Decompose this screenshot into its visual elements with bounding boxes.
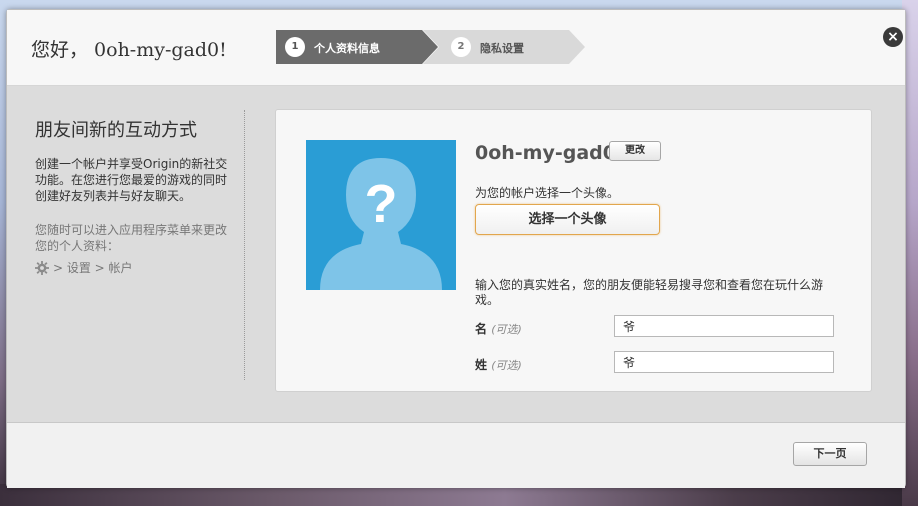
dialog-footer: 下一页 <box>7 422 905 488</box>
last-name-label-text: 姓 <box>475 358 488 372</box>
avatar-prompt: 为您的帐户选择一个头像。 <box>475 186 620 200</box>
step-number: 2 <box>451 37 471 57</box>
profile-card: ? 0oh-my-gad0 更改 为您的帐户选择一个头像。 选择一个头像 输入您… <box>275 109 872 392</box>
first-name-label-text: 名 <box>475 322 488 336</box>
avatar-placeholder[interactable]: ? <box>306 140 456 290</box>
gear-icon <box>35 260 49 275</box>
vertical-divider <box>244 110 245 380</box>
first-name-field[interactable] <box>614 315 834 337</box>
edit-username-button[interactable]: 更改 <box>609 141 661 161</box>
step-privacy-settings: 2 隐私设置 <box>423 30 585 64</box>
username: 0oh-my-gad0 <box>475 142 616 164</box>
svg-text:?: ? <box>365 174 398 234</box>
sidebar-description: 创建一个帐户并享受Origin的新社交功能。在您进行您最爱的游戏的同时创建好友列… <box>35 157 228 203</box>
step-number: 1 <box>285 37 305 57</box>
origin-profile-dialog: 您好， 0oh-my-gad0! 1 个人资料信息 2 隐私设置 朋友间新的互动… <box>6 9 906 488</box>
unknown-user-icon: ? <box>320 158 442 290</box>
close-icon[interactable]: × <box>883 27 903 47</box>
choose-avatar-button[interactable]: 选择一个头像 <box>475 204 660 235</box>
step-label: 隐私设置 <box>480 42 524 55</box>
optional-hint: (可选) <box>491 323 522 336</box>
step-profile-info: 1 个人资料信息 <box>276 30 438 64</box>
greeting-title: 您好， 0oh-my-gad0! <box>31 39 227 61</box>
sidebar-note: 您随时可以进入应用程序菜单来更改您的个人资料： <box>35 223 228 253</box>
sidebar-info: 朋友间新的互动方式 创建一个帐户并享受Origin的新社交功能。在您进行您最爱的… <box>35 116 235 276</box>
last-name-field[interactable] <box>614 351 834 373</box>
sidebar-title: 朋友间新的互动方式 <box>35 120 197 141</box>
next-page-button[interactable]: 下一页 <box>793 442 867 466</box>
settings-path: > 设置 > 帐户 <box>35 259 235 276</box>
step-label: 个人资料信息 <box>314 42 380 55</box>
realname-prompt: 输入您的真实姓名，您的朋友便能轻易搜寻您和查看您在玩什么游戏。 <box>475 278 824 307</box>
first-name-label: 名 (可选) <box>475 320 522 337</box>
last-name-label: 姓 (可选) <box>475 356 522 373</box>
settings-path-text: > 设置 > 帐户 <box>53 261 133 275</box>
dialog-header: 您好， 0oh-my-gad0! 1 个人资料信息 2 隐私设置 <box>7 10 905 86</box>
dialog-body: 朋友间新的互动方式 创建一个帐户并享受Origin的新社交功能。在您进行您最爱的… <box>7 86 905 422</box>
optional-hint: (可选) <box>491 359 522 372</box>
